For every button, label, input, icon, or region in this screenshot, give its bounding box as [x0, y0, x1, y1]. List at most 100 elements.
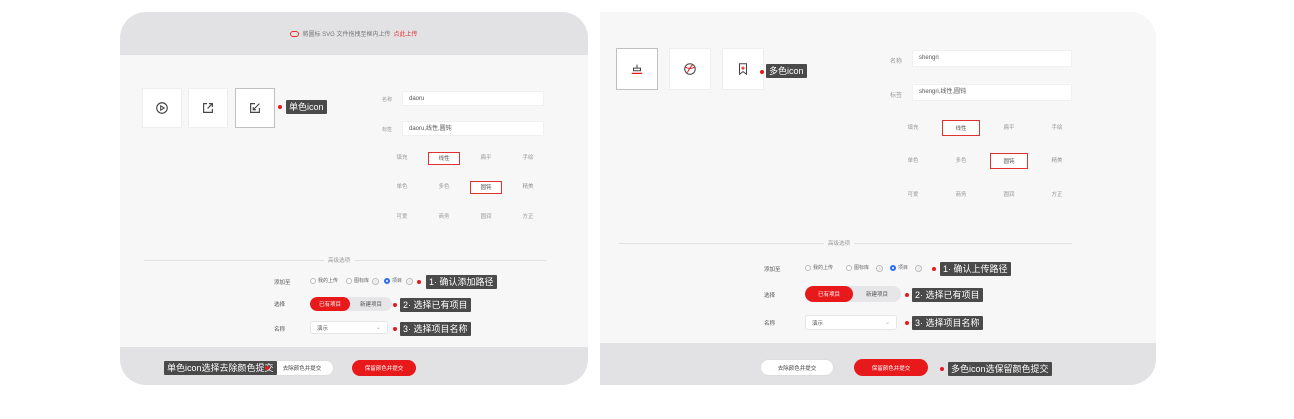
- upload-dropzone-bar[interactable]: 將圖标 SVG 文件拖拽至框内上传 点此上传: [120, 12, 588, 55]
- remove-color-submit-button[interactable]: 去除颜色并提交: [270, 360, 334, 376]
- radio-dot: [805, 264, 811, 271]
- tag-square[interactable]: 方正: [1038, 187, 1076, 203]
- tag-round[interactable]: 圆钝: [470, 181, 502, 194]
- callout-step2: 2· 选择已有项目: [400, 298, 471, 312]
- callout-step1: 1· 确认上传路径: [940, 262, 1011, 276]
- radio-project[interactable]: 项目: [384, 277, 402, 284]
- callout-step1: 1· 确认添加路径: [426, 275, 497, 289]
- tag-hand[interactable]: 手绘: [512, 152, 544, 165]
- new-project-tab[interactable]: 新建项目: [350, 297, 392, 311]
- annotation-pin: [905, 293, 909, 297]
- cloud-upload-icon: [290, 30, 300, 37]
- keep-color-submit-button[interactable]: 保留颜色并提交: [854, 359, 928, 376]
- select-label: 选择: [764, 293, 776, 299]
- annotation-pin: [905, 321, 909, 325]
- select-value: 演示: [317, 325, 329, 332]
- icon-thumb-ball[interactable]: [669, 48, 711, 90]
- radio-project[interactable]: 项目: [890, 264, 908, 271]
- annotation-pin: [760, 70, 764, 74]
- help-icon[interactable]: ?: [406, 278, 413, 285]
- project-name-select[interactable]: 演示 ⌄: [805, 315, 897, 330]
- tag-multi[interactable]: 多色: [428, 181, 460, 194]
- name-input[interactable]: shengri: [912, 50, 1072, 67]
- icon-thumb-play[interactable]: [142, 88, 182, 128]
- multi-color-panel: 多色icon 名称 shengri 标签 shengri,线性,圆钝 填充 线性…: [600, 12, 1156, 385]
- callout-bottom-multi: 多色icon选保留颜色提交: [948, 362, 1052, 376]
- project-segment[interactable]: 已有项目 新建项目: [310, 297, 392, 311]
- keep-color-submit-button[interactable]: 保留颜色并提交: [352, 360, 416, 376]
- annotation-pin: [393, 303, 397, 307]
- tag-flat[interactable]: 扁平: [990, 120, 1028, 136]
- tags-input[interactable]: daoru,线性,圆钝: [402, 121, 544, 136]
- tag-flat[interactable]: 扁平: [470, 152, 502, 165]
- tag-multi[interactable]: 多色: [942, 153, 980, 169]
- radio-icon-lib[interactable]: 图标库: [846, 264, 869, 271]
- tag-mono[interactable]: 单色: [386, 181, 418, 194]
- name-row-label: 名称: [274, 327, 286, 333]
- play-circle-icon: [156, 102, 168, 114]
- tags-label: 标签: [890, 93, 903, 99]
- icon-thumb-bookmark[interactable]: [722, 48, 764, 90]
- tag-mono[interactable]: 单色: [894, 153, 932, 169]
- panel-gap: [588, 12, 600, 385]
- tag-fine[interactable]: 精美: [512, 181, 544, 194]
- tag-smooth[interactable]: 圆润: [990, 187, 1028, 203]
- callout-single-color: 单色icon: [286, 100, 327, 114]
- click-upload-link[interactable]: 点此上传: [394, 29, 418, 38]
- select-value: 演示: [812, 320, 824, 327]
- callout-step3: 3· 选择项目名称: [400, 322, 471, 336]
- annotation-pin: [417, 280, 421, 284]
- radio-dot-selected: [384, 277, 390, 284]
- bookmark-plus-icon: [738, 63, 748, 76]
- help-icon[interactable]: ?: [915, 265, 922, 272]
- tags-input[interactable]: shengri,线性,圆钝: [912, 84, 1072, 101]
- new-project-tab[interactable]: 新建项目: [853, 286, 901, 302]
- ball-icon: [684, 63, 696, 75]
- radio-dot-selected: [890, 264, 896, 271]
- tag-square[interactable]: 方正: [512, 211, 544, 224]
- edit-square-icon: [250, 103, 260, 113]
- existing-project-tab[interactable]: 已有项目: [310, 297, 350, 311]
- tag-smooth[interactable]: 圆润: [470, 211, 502, 224]
- name-label: 名称: [382, 97, 393, 103]
- project-segment[interactable]: 已有项目 新建项目: [805, 286, 901, 302]
- icon-thumb-cake-selected[interactable]: [616, 48, 658, 90]
- existing-project-tab[interactable]: 已有项目: [805, 286, 853, 302]
- radio-label: 项目: [392, 278, 403, 284]
- radio-dot: [846, 264, 852, 271]
- tag-fine[interactable]: 精美: [1038, 153, 1076, 169]
- radio-icon-lib[interactable]: 图标库: [346, 277, 369, 284]
- tag-cute[interactable]: 可爱: [386, 211, 418, 224]
- icon-thumb-external[interactable]: [188, 88, 228, 128]
- radio-my-upload[interactable]: 我的上传: [310, 277, 338, 284]
- callout-step3: 3· 选择项目名称: [912, 316, 983, 330]
- tag-hand[interactable]: 手绘: [1038, 120, 1076, 136]
- annotation-pin: [393, 327, 397, 331]
- radio-label: 项目: [898, 265, 909, 271]
- tag-linear[interactable]: 线性: [942, 120, 980, 136]
- project-name-select[interactable]: 演示 ⌄: [310, 321, 388, 334]
- advanced-options-title[interactable]: 高级选项: [824, 239, 855, 247]
- tag-cute[interactable]: 可爱: [894, 187, 932, 203]
- radio-dot: [346, 277, 352, 284]
- radio-my-upload[interactable]: 我的上传: [805, 264, 833, 271]
- tag-fill[interactable]: 填充: [386, 152, 418, 165]
- tag-round[interactable]: 圆钝: [990, 153, 1028, 169]
- tag-fill[interactable]: 填充: [894, 120, 932, 136]
- tag-linear[interactable]: 线性: [428, 152, 460, 165]
- chevron-down-icon: ⌄: [375, 325, 381, 331]
- remove-color-submit-button[interactable]: 去除颜色并提交: [760, 359, 834, 376]
- chevron-down-icon: ⌄: [884, 320, 890, 326]
- name-row-label: 名称: [764, 321, 776, 327]
- advanced-options-title[interactable]: 高级选项: [324, 256, 355, 264]
- help-icon[interactable]: ?: [876, 265, 883, 272]
- annotation-pin: [940, 367, 944, 371]
- tag-business[interactable]: 商务: [942, 187, 980, 203]
- upload-hint: 將圖标 SVG 文件拖拽至框内上传: [302, 32, 391, 38]
- external-link-icon: [203, 103, 213, 113]
- tag-business[interactable]: 商务: [428, 211, 460, 224]
- help-icon[interactable]: ?: [372, 278, 379, 285]
- name-label: 名称: [890, 59, 903, 65]
- name-input[interactable]: daoru: [402, 91, 544, 106]
- icon-thumb-edit-selected[interactable]: [235, 88, 275, 128]
